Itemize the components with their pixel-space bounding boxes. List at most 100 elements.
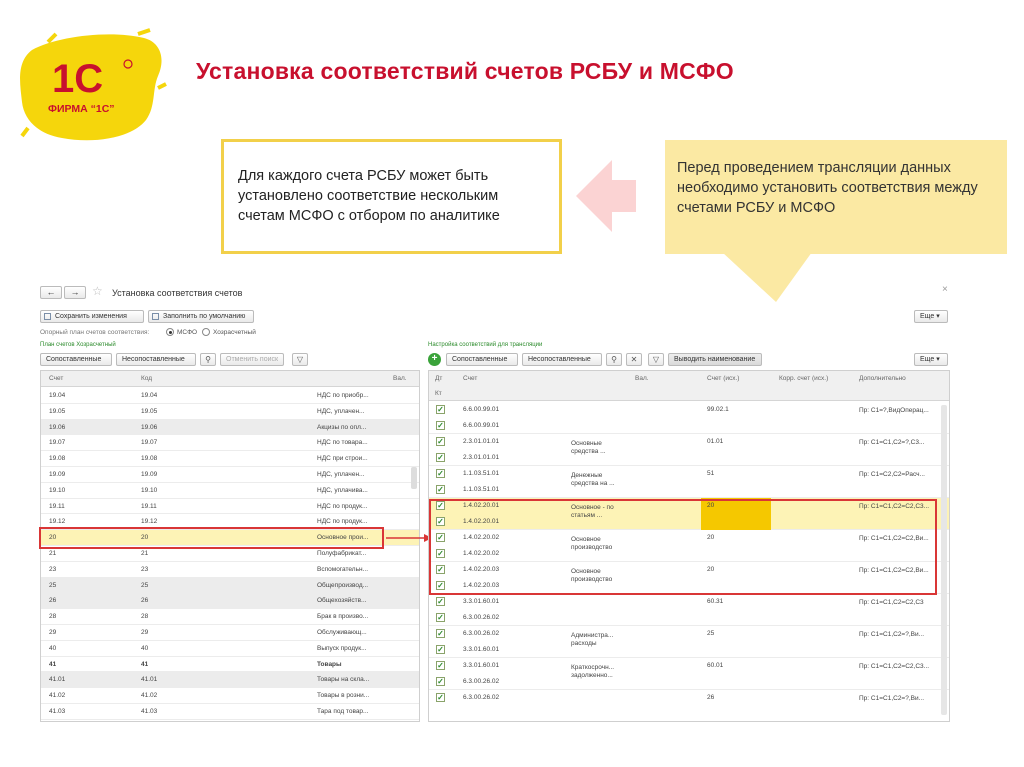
- table-row[interactable]: 19.11 19.11 НДС по продук...: [41, 498, 419, 515]
- fill-icon: [152, 313, 159, 320]
- table-row[interactable]: ✓ ✓ 6.3.00.26.02 3.3.01.60.01 Администра... …: [429, 626, 949, 658]
- dt-account-cell: 2.3.01.01.01: [463, 438, 500, 445]
- table-row[interactable]: ✓ ✓ 2.3.01.01.01 2.3.01.01.01 Основные средс…: [429, 434, 949, 466]
- checkbox[interactable]: ✓: [436, 677, 445, 686]
- code-cell: 23: [141, 565, 149, 573]
- src-account-cell: 01.01: [707, 438, 724, 445]
- checkbox[interactable]: ✓: [436, 485, 445, 494]
- col-dt: Дт: [435, 375, 443, 382]
- close-icon[interactable]: ×: [942, 284, 948, 295]
- account-cell: 41.03: [49, 708, 66, 715]
- checkbox[interactable]: ✓: [436, 469, 445, 478]
- code-cell: 19.07: [141, 439, 158, 447]
- table-row[interactable]: 19.08 19.08 НДС при строи...: [41, 451, 419, 467]
- table-row[interactable]: 19.05 19.05 НДС, уплачен...: [41, 403, 419, 420]
- code-cell: 29: [141, 629, 149, 636]
- show-names-button[interactable]: Выводить наименование: [668, 353, 762, 366]
- forward-button[interactable]: →: [64, 286, 86, 299]
- more-button-top[interactable]: Еще ▾: [914, 310, 948, 323]
- right-unmatched-button[interactable]: Несопоставленные: [522, 353, 602, 366]
- name-cell: НДС по приобр...: [317, 392, 369, 399]
- col-ifrs-currency: Вал.: [635, 375, 649, 382]
- table-row[interactable]: 19.07 19.07 НДС по товара...: [41, 435, 419, 452]
- fill-default-button[interactable]: Заполнить по умолчанию: [148, 310, 254, 323]
- back-button[interactable]: ←: [40, 286, 62, 299]
- name-cell: НДС, уплачен...: [317, 407, 365, 415]
- clear-filter-icon[interactable]: ✕: [626, 353, 642, 366]
- magnifier-icon[interactable]: ⚲: [200, 353, 216, 366]
- magnifier-icon-right[interactable]: ⚲: [606, 353, 622, 366]
- window-title: Установка соответствия счетов: [112, 288, 243, 298]
- code-cell: 26: [141, 597, 149, 605]
- kt-account-cell: 6.3.00.26.02: [463, 678, 500, 685]
- radio-local[interactable]: [202, 328, 210, 336]
- extra-cell: Пр: С1=С1,С2=С2,С3: [859, 599, 924, 606]
- table-row[interactable]: 26 26 Общехозяйств...: [41, 593, 419, 610]
- table-row[interactable]: 29 29 Обслуживающ...: [41, 625, 419, 641]
- funnel-icon[interactable]: ▽: [292, 353, 308, 366]
- table-row[interactable]: ✓ ✓ 3.3.01.60.01 6.3.00.26.02 Краткосрочн...…: [429, 658, 949, 690]
- extra-cell: Пр: С1=С1,С2=?,Ви...: [859, 695, 925, 702]
- table-row[interactable]: 41.03 41.03 Тара под товар...: [41, 704, 419, 720]
- table-row[interactable]: 19.09 19.09 НДС, уплачен...: [41, 467, 419, 483]
- code-cell: 41.03: [141, 708, 158, 715]
- src-account-cell: 25: [707, 630, 715, 637]
- checkbox[interactable]: ✓: [436, 437, 445, 446]
- selection-frame-right: [429, 499, 937, 595]
- table-row[interactable]: 41.01 41.01 Товары на скла...: [41, 672, 419, 689]
- extra-cell: Пр: С1=С1,С2=?,С3...: [859, 439, 925, 446]
- table-row[interactable]: ✓ ✓ 3.3.01.60.01 6.3.00.26.02 60.31 Пр: С1=С1…: [429, 594, 949, 626]
- table-row[interactable]: 19.04 19.04 НДС по приобр...: [41, 388, 419, 404]
- col-code: Код: [141, 375, 153, 382]
- left-matched-button[interactable]: Сопоставленные: [40, 353, 112, 366]
- code-cell: 19.11: [141, 502, 157, 510]
- table-row[interactable]: 40 40 Выпуск продук...: [41, 640, 419, 657]
- code-cell: 19.04: [141, 392, 158, 399]
- left-unmatched-button[interactable]: Несопоставленные: [116, 353, 196, 366]
- checkbox[interactable]: ✓: [436, 453, 445, 462]
- code-cell: 41.02: [141, 692, 158, 700]
- logo-text: ФИРМА “1С”: [48, 103, 115, 115]
- table-row[interactable]: ✓ ✓ 1.1.03.51.01 1.1.03.51.01 Денежные средс…: [429, 466, 949, 498]
- callout-left: Для каждого счета РСБУ может быть устано…: [221, 139, 562, 254]
- account-cell: 40: [49, 644, 57, 652]
- checkbox[interactable]: ✓: [436, 693, 445, 702]
- right-scrollbar[interactable]: [941, 405, 947, 715]
- checkbox[interactable]: ✓: [436, 645, 445, 654]
- save-button[interactable]: Сохранить изменения: [40, 310, 144, 323]
- checkbox[interactable]: ✓: [436, 629, 445, 638]
- dt-account-cell: 1.1.03.51.01: [463, 470, 500, 477]
- table-row[interactable]: 19.06 19.06 Акцизы по опл...: [41, 419, 419, 436]
- table-row[interactable]: 28 28 Брак в произво...: [41, 609, 419, 625]
- code-cell: 19.09: [141, 471, 158, 478]
- radio-ifrs[interactable]: [166, 328, 174, 336]
- funnel-icon-right[interactable]: ▽: [648, 353, 664, 366]
- col-src-account: Счет (исх.): [707, 375, 740, 382]
- table-row[interactable]: 23 23 Вспомогательн...: [41, 561, 419, 578]
- table-row[interactable]: ✓ 6.3.00.26.02 26 Пр: С1=С1,С2=?,Ви...: [429, 690, 949, 721]
- kt-account-cell: 2.3.01.01.01: [463, 454, 500, 461]
- code-cell: 19.12: [141, 518, 158, 526]
- plus-icon[interactable]: +: [428, 353, 441, 366]
- right-matched-button[interactable]: Сопоставленные: [446, 353, 518, 366]
- table-row[interactable]: 41.02 41.02 Товары в розни...: [41, 688, 419, 704]
- cancel-search-button[interactable]: Отменить поиск: [220, 353, 284, 366]
- checkbox[interactable]: ✓: [436, 421, 445, 430]
- table-row[interactable]: 19.10 19.10 НДС, уплачива...: [41, 482, 419, 499]
- checkbox[interactable]: ✓: [436, 405, 445, 414]
- checkbox[interactable]: ✓: [436, 661, 445, 670]
- favorite-star-icon[interactable]: ☆: [92, 284, 103, 298]
- account-cell: 19.07: [49, 439, 66, 447]
- checkbox[interactable]: ✓: [436, 597, 445, 606]
- left-scrollbar[interactable]: [411, 467, 417, 489]
- account-cell: 26: [49, 597, 57, 605]
- app-window: ← → ☆ Установка соответствия счетов × Со…: [36, 276, 960, 728]
- more-button-right[interactable]: Еще ▾: [914, 353, 948, 366]
- table-row[interactable]: 25 25 Общепроизвод...: [41, 577, 419, 594]
- checkbox[interactable]: ✓: [436, 613, 445, 622]
- table-row[interactable]: ✓ ✓ 6.6.00.99.01 6.6.00.99.01 99.02.1 Пр: С1=…: [429, 402, 949, 434]
- radio-local-label: Хозрасчетный: [213, 329, 256, 336]
- table-row[interactable]: 41 41 Товары: [41, 656, 419, 673]
- account-cell: 41: [49, 660, 57, 668]
- extra-cell: Пр: С1=С1,С2=С2,С3...: [859, 663, 930, 670]
